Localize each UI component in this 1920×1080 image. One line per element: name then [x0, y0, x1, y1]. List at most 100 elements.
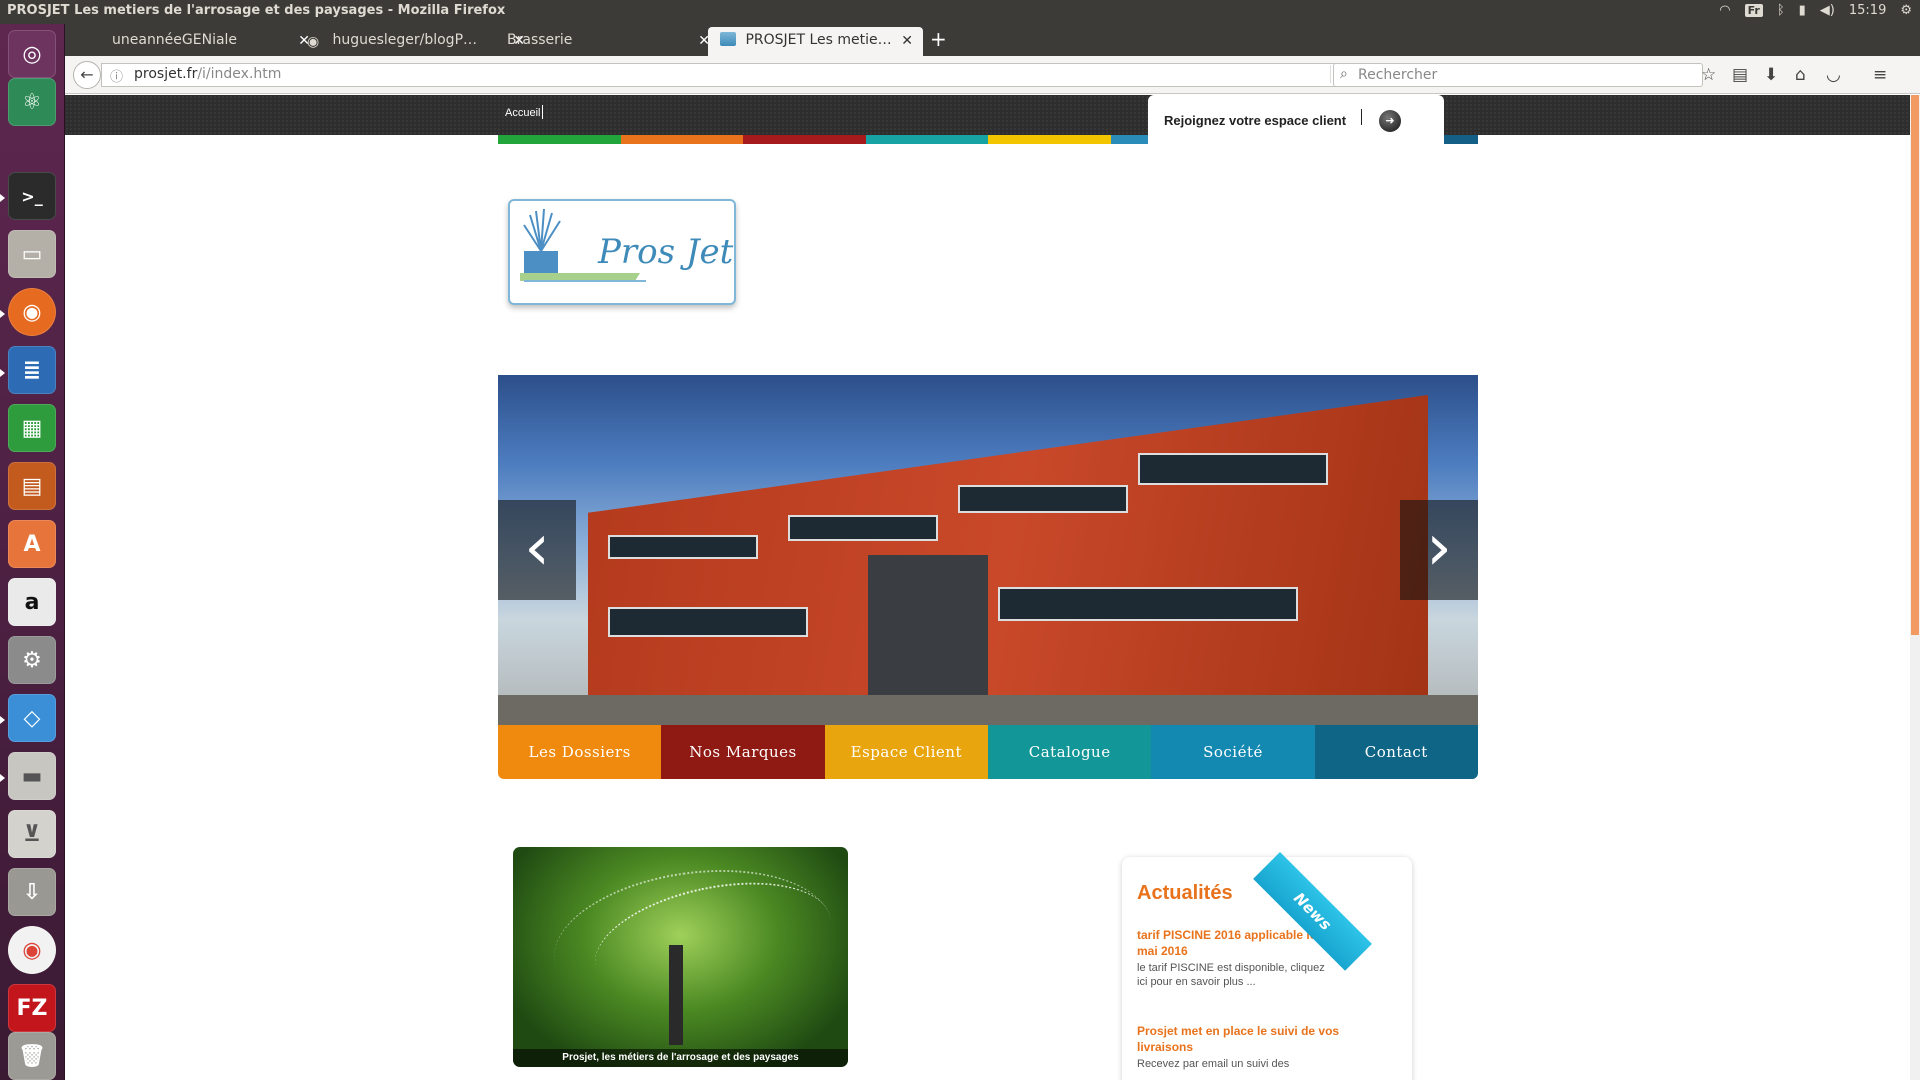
firefox-icon[interactable]: ◉: [8, 288, 56, 336]
accueil-link[interactable]: Accueil: [505, 107, 540, 119]
search-icon: ⌕: [1340, 66, 1348, 82]
window-title: PROSJET Les metiers de l'arrosage et des…: [7, 3, 506, 18]
prosjet-logo-graphic: Pros Jet: [520, 208, 734, 282]
ubuntu-dash-icon[interactable]: ◎: [8, 30, 56, 78]
slide-window: [608, 535, 758, 559]
url-host: prosjet.fr: [134, 66, 198, 82]
menu-hamburger-icon[interactable]: ≡: [1873, 65, 1887, 85]
wifi-icon[interactable]: ◠: [1719, 3, 1730, 18]
nav-societe[interactable]: Société: [1151, 725, 1315, 779]
news-item-body[interactable]: le tarif PISCINE est disponible, cliquez…: [1137, 961, 1337, 989]
news-item-title[interactable]: Prosjet met en place le suivi de vos liv…: [1137, 1023, 1347, 1055]
tab-prosjet[interactable]: PROSJET Les metie… ✕: [708, 27, 923, 56]
battery-icon[interactable]: ▮: [1799, 3, 1806, 18]
file-manager-icon[interactable]: ▭: [8, 230, 56, 278]
site-header-bar: Accueil: [65, 95, 1910, 135]
go-arrow-icon[interactable]: ➜: [1379, 110, 1401, 132]
nav-catalogue[interactable]: Catalogue: [987, 725, 1152, 779]
slide-window: [788, 515, 938, 541]
page-scrollbar[interactable]: [1910, 95, 1920, 1080]
bluetooth-icon[interactable]: ᛒ: [1777, 3, 1785, 18]
settings-gear-icon[interactable]: ⚙: [1900, 3, 1912, 18]
volume-icon[interactable]: ◀): [1820, 3, 1835, 18]
virtualbox-icon[interactable]: ◇: [8, 694, 56, 742]
scanner-icon[interactable]: ⊻: [8, 810, 56, 858]
usb-creator-icon[interactable]: ⇩: [8, 868, 56, 916]
amazon-icon[interactable]: a: [8, 578, 56, 626]
tab-label: uneannéeGENiale: [112, 32, 238, 48]
color-strip-segment: [620, 135, 743, 144]
disks-icon[interactable]: ▬: [8, 752, 56, 800]
scrollbar-thumb[interactable]: [1911, 95, 1919, 635]
client-login-box: Rejoignez votre espace client ➜: [1148, 95, 1444, 150]
slide-window: [608, 607, 808, 637]
color-strip-segment: [498, 135, 621, 144]
svg-text:Pros Jet: Pros Jet: [597, 232, 734, 272]
clock[interactable]: 15:19: [1849, 3, 1886, 18]
sprinkler-head: [669, 945, 683, 1045]
browser-tab-bar: uneannéeGENiale ✕ ◉ huguesleger/blogP… ✕…: [65, 24, 1920, 56]
divider: [1361, 109, 1362, 125]
hero-slider: ‹ ›: [498, 375, 1478, 725]
tab-label: huguesleger/blogP…: [332, 32, 478, 48]
filezilla-icon[interactable]: FZ: [8, 984, 56, 1032]
nav-contact[interactable]: Contact: [1314, 725, 1478, 779]
new-tab-button[interactable]: +: [930, 27, 947, 51]
color-strip-segment: [743, 135, 866, 144]
slider-next-arrow[interactable]: ›: [1400, 500, 1478, 600]
search-placeholder: Rechercher: [1358, 67, 1438, 83]
pocket-icon[interactable]: ◡: [1826, 65, 1841, 85]
color-strip-segment: [865, 135, 988, 144]
back-button[interactable]: ←: [73, 61, 101, 89]
prosjet-favicon: [720, 32, 736, 46]
system-tray: ◠ Fr ᛒ ▮ ◀) 15:19 ⚙: [1719, 3, 1912, 18]
slide-window: [998, 587, 1298, 621]
atom-editor-icon[interactable]: ⚛: [8, 78, 56, 126]
software-center-icon[interactable]: A: [8, 520, 56, 568]
impress-icon[interactable]: ▤: [8, 462, 56, 510]
bookmark-star-icon[interactable]: ☆: [1701, 65, 1716, 85]
slide-entrance: [868, 555, 988, 705]
tab-label: Brasserie: [507, 32, 573, 48]
prosjet-logo[interactable]: Pros Jet: [508, 199, 736, 305]
home-icon[interactable]: ⌂: [1795, 65, 1806, 85]
tab-label: PROSJET Les metie…: [745, 32, 892, 48]
news-item-body[interactable]: Recevez par email un suivi des: [1137, 1057, 1337, 1071]
sprinkler-photo[interactable]: Prosjet, les métiers de l'arrosage et de…: [513, 847, 848, 1067]
url-bar[interactable]: ⓘ prosjet.fr/i/index.htm ↻: [101, 63, 1359, 87]
nav-nos-marques[interactable]: Nos Marques: [661, 725, 825, 779]
web-page: Accueil Rejoignez votre espace client ➜ …: [65, 95, 1920, 1080]
reading-list-icon[interactable]: ▤: [1732, 65, 1748, 85]
unity-launcher: ◎ ⚛ >_ ▭ ◉ ≣ ▦ ▤ A a ⚙ ◇ ▬ ⊻ ⇩ ◉ FZ 🗑: [0, 24, 65, 1080]
color-strip-segment: [988, 135, 1111, 144]
browser-navigation-bar: ← ⓘ prosjet.fr/i/index.htm ↻ ⌕ Recherche…: [65, 56, 1920, 94]
downloads-icon[interactable]: ⬇: [1764, 65, 1778, 85]
client-space-link[interactable]: Rejoignez votre espace client: [1164, 113, 1346, 128]
url-text[interactable]: prosjet.fr/i/index.htm: [134, 66, 281, 82]
close-tab-icon[interactable]: ✕: [901, 33, 913, 49]
site-info-icon[interactable]: ⓘ: [110, 66, 123, 85]
slider-prev-arrow[interactable]: ‹: [498, 500, 576, 600]
trash-icon[interactable]: 🗑: [8, 1032, 56, 1080]
search-bar[interactable]: ⌕ Rechercher: [1333, 63, 1703, 87]
photo-caption: Prosjet, les métiers de l'arrosage et de…: [513, 1049, 848, 1067]
github-icon: ◉: [307, 34, 320, 50]
header-divider: [542, 105, 543, 119]
writer-icon[interactable]: ≣: [8, 346, 56, 394]
nav-espace-client[interactable]: Espace Client: [824, 725, 988, 779]
tab-uneanneegeniale[interactable]: uneannéeGENiale ✕: [100, 27, 320, 56]
terminal-icon[interactable]: >_: [8, 172, 56, 220]
system-settings-icon[interactable]: ⚙: [8, 636, 56, 684]
main-navigation: Les Dossiers Nos Marques Espace Client C…: [498, 725, 1478, 779]
news-heading: Actualités: [1137, 882, 1233, 904]
slide-ground: [498, 695, 1478, 725]
slide-window: [958, 485, 1128, 513]
chrome-icon[interactable]: ◉: [8, 926, 56, 974]
url-path: /i/index.htm: [197, 66, 282, 82]
calc-icon[interactable]: ▦: [8, 404, 56, 452]
keyboard-layout-indicator[interactable]: Fr: [1744, 4, 1763, 17]
system-top-panel: PROSJET Les metiers de l'arrosage et des…: [0, 0, 1920, 24]
slide-window: [1138, 453, 1328, 485]
tab-brasserie[interactable]: Brasserie ✕: [495, 27, 720, 56]
nav-les-dossiers[interactable]: Les Dossiers: [498, 725, 662, 779]
